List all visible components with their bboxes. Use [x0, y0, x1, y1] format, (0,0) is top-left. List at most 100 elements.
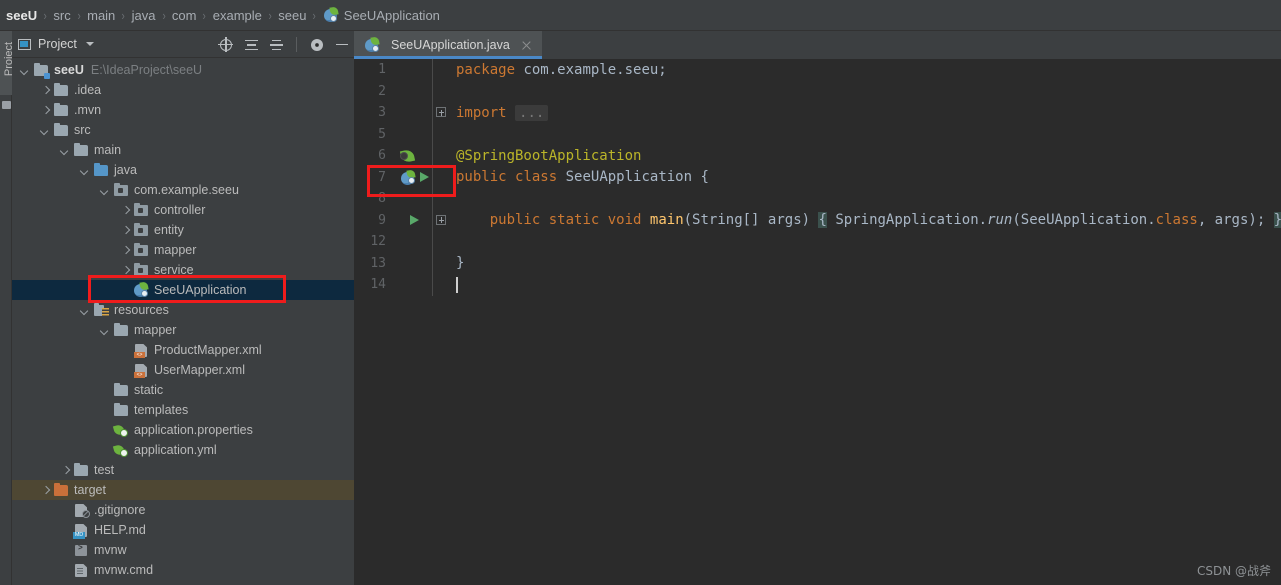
hide-panel-icon[interactable] [334, 37, 350, 53]
run-icon[interactable] [410, 214, 419, 225]
chevron-right-icon[interactable] [120, 245, 131, 256]
settings-gear-icon[interactable] [309, 37, 325, 53]
close-icon[interactable] [520, 39, 533, 52]
breadcrumb-item-main[interactable]: main [87, 8, 115, 23]
project-tree[interactable]: seeU E:\IdeaProject\seeU .idea .mvn src main j… [12, 58, 354, 585]
chevron-right-icon[interactable] [120, 265, 131, 276]
chevron-down-icon[interactable] [85, 42, 94, 46]
tool-strip-project-tab[interactable]: Project [0, 31, 15, 95]
tree-node-com-example-seeu[interactable]: com.example.seeu [12, 180, 354, 200]
code-line-7[interactable]: 7 public class SeeUApplication { [354, 166, 1281, 189]
tree-node-target[interactable]: target [12, 480, 354, 500]
chevron-right-icon[interactable] [40, 85, 51, 96]
code-line-6[interactable]: 6 @SpringBootApplication [354, 145, 1281, 167]
tree-node-application-properties[interactable]: application.properties [12, 420, 354, 440]
chevron-right-icon[interactable] [40, 485, 51, 496]
tree-node-controller[interactable]: controller [12, 200, 354, 220]
tree-node-templates[interactable]: templates [12, 400, 354, 420]
code-line-2[interactable]: 2 [354, 80, 1281, 103]
gutter-1[interactable] [390, 59, 432, 81]
code-line-5[interactable]: 5 [354, 123, 1281, 146]
tree-node-seeuapplication[interactable]: SeeUApplication [12, 280, 354, 300]
tree-node-src[interactable]: src [12, 120, 354, 140]
gutter-6[interactable] [390, 145, 432, 167]
fold-expand-icon[interactable] [436, 107, 446, 117]
gutter-8[interactable] [390, 188, 432, 210]
chevron-right-icon[interactable] [60, 465, 71, 476]
fold-column[interactable] [432, 166, 448, 188]
tree-node-seeu[interactable]: seeU E:\IdeaProject\seeU [12, 60, 354, 80]
tree-node-test[interactable]: test [12, 460, 354, 480]
gutter-14[interactable] [390, 274, 432, 296]
tree-node-mapper[interactable]: mapper [12, 320, 354, 340]
breadcrumb-item-java[interactable]: java [132, 8, 156, 23]
fold-column[interactable] [432, 59, 448, 81]
structure-icon[interactable] [2, 101, 11, 109]
chevron-down-icon[interactable] [100, 325, 111, 336]
fold-column[interactable] [432, 274, 448, 296]
tree-node-application-yml[interactable]: application.yml [12, 440, 354, 460]
code-line-12[interactable]: 12 [354, 231, 1281, 253]
breadcrumb-item-example[interactable]: example [213, 8, 262, 23]
breadcrumb-item-src[interactable]: src [53, 8, 70, 23]
gutter-13[interactable] [390, 253, 432, 275]
tree-node-mvnw[interactable]: mvnw [12, 540, 354, 560]
chevron-down-icon[interactable] [40, 125, 51, 136]
collapse-all-icon[interactable] [268, 37, 284, 53]
expand-all-icon[interactable] [243, 37, 259, 53]
breadcrumb-item-seeuapplication[interactable]: SeeUApplication [323, 6, 440, 23]
gutter-12[interactable] [390, 231, 432, 253]
fold-column[interactable] [432, 102, 448, 124]
tree-node-main[interactable]: main [12, 140, 354, 160]
tree-node-entity[interactable]: entity [12, 220, 354, 240]
tree-node-java[interactable]: java [12, 160, 354, 180]
code-line-8[interactable]: 8 [354, 188, 1281, 210]
code-line-13[interactable]: 13} [354, 252, 1281, 275]
tree-node--mvn[interactable]: .mvn [12, 100, 354, 120]
gutter-9[interactable] [390, 210, 432, 232]
tab-seeuapplication-java[interactable]: SeeUApplication.java [354, 31, 542, 59]
breadcrumb-item-seeu[interactable]: seeU [6, 8, 37, 23]
tree-node--idea[interactable]: .idea [12, 80, 354, 100]
tree-node-usermapper-xml[interactable]: <> UserMapper.xml [12, 360, 354, 380]
tree-node--gitignore[interactable]: .gitignore [12, 500, 354, 520]
tree-node-resources[interactable]: resources [12, 300, 354, 320]
code-line-1[interactable]: 1 package com.example.seeu; [354, 59, 1281, 81]
fold-column[interactable] [432, 188, 448, 210]
tree-node-service[interactable]: service [12, 260, 354, 280]
locate-icon[interactable] [218, 36, 234, 53]
chevron-right-icon[interactable] [120, 225, 131, 236]
fold-column[interactable] [432, 231, 448, 253]
breadcrumb-item-com[interactable]: com [172, 8, 197, 23]
code-line-14[interactable]: 14 [354, 274, 1281, 296]
fold-column[interactable] [432, 123, 448, 145]
gutter-3[interactable] [390, 102, 432, 124]
fold-expand-icon[interactable] [436, 214, 446, 225]
tree-node-productmapper-xml[interactable]: <> ProductMapper.xml [12, 340, 354, 360]
code-line-9[interactable]: 9 public static void main(String[] args)… [354, 209, 1281, 232]
run-icon[interactable] [420, 171, 429, 182]
fold-column[interactable] [432, 80, 448, 102]
tree-node-mapper[interactable]: mapper [12, 240, 354, 260]
chevron-down-icon[interactable] [60, 145, 71, 156]
fold-column[interactable] [432, 252, 448, 274]
chevron-right-icon[interactable] [40, 105, 51, 116]
fold-column[interactable] [432, 145, 448, 167]
chevron-down-icon[interactable] [80, 165, 91, 176]
chevron-down-icon[interactable] [20, 65, 31, 76]
tree-node-mvnw-cmd[interactable]: mvnw.cmd [12, 560, 354, 580]
gutter-2[interactable] [390, 81, 432, 103]
tree-node-static[interactable]: static [12, 380, 354, 400]
code-editor[interactable]: 1 package com.example.seeu; 2 3 import ... 5 6… [354, 59, 1281, 585]
fold-column[interactable] [432, 209, 448, 231]
chevron-right-icon[interactable] [120, 205, 131, 216]
chevron-down-icon[interactable] [80, 305, 91, 316]
gutter-7[interactable] [390, 167, 432, 189]
chevron-down-icon[interactable] [100, 185, 111, 196]
code-line-3[interactable]: 3 import ... [354, 102, 1281, 124]
tree-node-help-md[interactable]: MD HELP.md [12, 520, 354, 540]
gutter-5[interactable] [390, 124, 432, 146]
breadcrumb-item-seeu[interactable]: seeu [278, 8, 306, 23]
spring-bean-icon[interactable] [399, 148, 416, 164]
spring-boot-class-icon[interactable] [400, 168, 416, 186]
